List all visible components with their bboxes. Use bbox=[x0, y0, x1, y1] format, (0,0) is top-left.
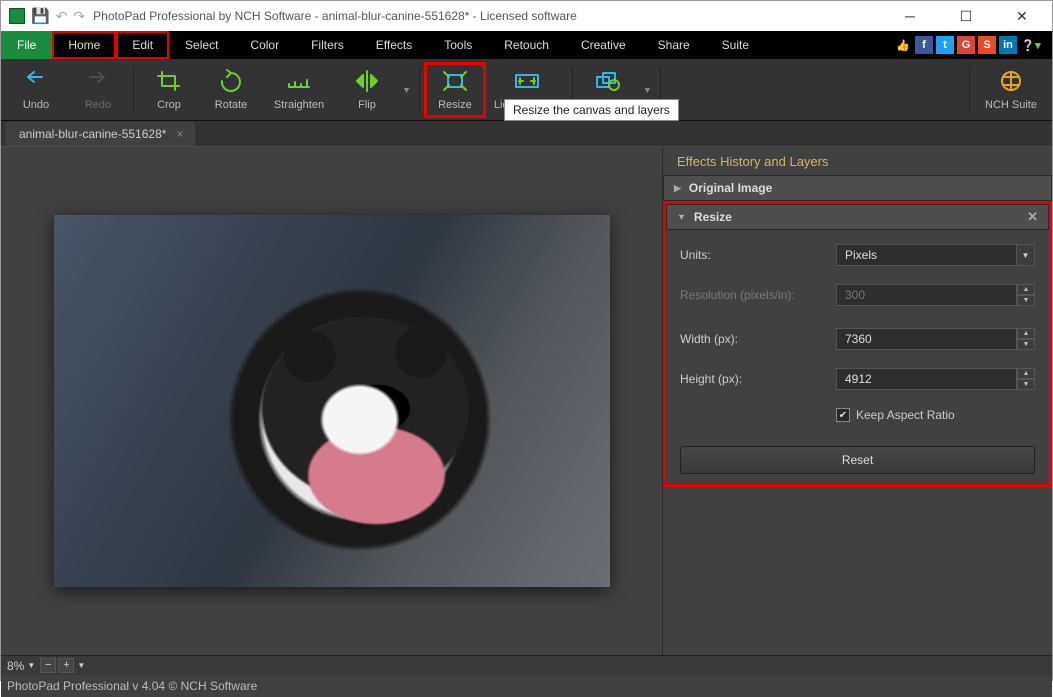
close-button[interactable]: ✕ bbox=[1004, 8, 1040, 25]
help-icon[interactable]: ❔▾ bbox=[1020, 36, 1042, 54]
spin-up[interactable]: ▲ bbox=[1017, 368, 1035, 379]
crop-button[interactable]: Crop bbox=[138, 62, 200, 118]
titlebar: 💾 ↶ ↷ PhotoPad Professional by NCH Softw… bbox=[1, 1, 1052, 31]
zoom-in-button[interactable]: + bbox=[58, 658, 74, 673]
menu-edit[interactable]: Edit bbox=[116, 31, 169, 59]
resolution-label: Resolution (pixels/in): bbox=[680, 288, 836, 302]
flip-button[interactable]: Flip bbox=[336, 62, 398, 118]
batch-dropdown[interactable]: ▼ bbox=[639, 85, 656, 95]
resize-panel-highlight: ▼ Resize ✕ Units: Pixels ▼ Resolution (pixe… bbox=[663, 201, 1052, 487]
spin-down[interactable]: ▼ bbox=[1017, 339, 1035, 350]
section-close-icon[interactable]: ✕ bbox=[1027, 209, 1038, 225]
save-icon[interactable]: 💾 bbox=[31, 7, 50, 25]
document-tab[interactable]: animal-blur-canine-551628* × bbox=[5, 122, 195, 146]
units-select[interactable]: Pixels ▼ bbox=[836, 244, 1035, 266]
reset-button[interactable]: Reset bbox=[680, 446, 1035, 474]
spin-up: ▲ bbox=[1017, 284, 1035, 295]
side-panel: Effects History and Layers ▶ Original Ima… bbox=[662, 147, 1052, 655]
nch-suite-button[interactable]: NCH Suite bbox=[974, 62, 1048, 118]
like-icon[interactable]: 👍 bbox=[894, 36, 912, 54]
height-label: Height (px): bbox=[680, 372, 836, 386]
window-title: PhotoPad Professional by NCH Software - … bbox=[85, 9, 892, 23]
section-label: Resize bbox=[694, 210, 732, 224]
checkbox-icon: ✔ bbox=[836, 408, 850, 422]
menu-file[interactable]: File bbox=[1, 31, 52, 59]
zoom-dropdown[interactable]: ▼ bbox=[24, 661, 38, 670]
facebook-icon[interactable]: f bbox=[915, 36, 933, 54]
zoom-menu[interactable]: ▼ bbox=[74, 661, 88, 670]
menu-home[interactable]: Home bbox=[52, 31, 116, 59]
units-value: Pixels bbox=[845, 248, 877, 262]
app-icon bbox=[9, 8, 25, 24]
zoom-bar: 8% ▼ − + ▼ bbox=[1, 655, 1052, 675]
stumble-icon[interactable]: S bbox=[978, 36, 996, 54]
twitter-icon[interactable]: t bbox=[936, 36, 954, 54]
units-label: Units: bbox=[680, 248, 836, 262]
panel-title: Effects History and Layers bbox=[663, 147, 1052, 175]
spin-up[interactable]: ▲ bbox=[1017, 328, 1035, 339]
document-tabstrip: animal-blur-canine-551628*× Resize the c… bbox=[1, 121, 1052, 147]
menu-filters[interactable]: Filters bbox=[295, 31, 360, 59]
undo-icon[interactable]: ↶ bbox=[56, 8, 68, 25]
height-input[interactable]: 4912 bbox=[836, 368, 1017, 390]
width-label: Width (px): bbox=[680, 332, 836, 346]
maximize-button[interactable]: ☐ bbox=[948, 8, 984, 25]
menu-color[interactable]: Color bbox=[234, 31, 295, 59]
resolution-input: 300 bbox=[836, 284, 1017, 306]
resize-tooltip: Resize the canvas and layers bbox=[504, 99, 679, 121]
menubar: File Home Edit Select Color Filters Effe… bbox=[1, 31, 1052, 59]
zoom-level: 8% bbox=[7, 659, 24, 673]
resize-button[interactable]: Resize bbox=[424, 62, 486, 118]
menu-suite[interactable]: Suite bbox=[706, 31, 765, 59]
aspect-checkbox[interactable]: ✔ Keep Aspect Ratio bbox=[836, 408, 1035, 422]
close-tab-icon[interactable]: × bbox=[176, 127, 183, 141]
menu-tools[interactable]: Tools bbox=[428, 31, 488, 59]
undo-button[interactable]: Undo bbox=[5, 62, 67, 118]
section-label: Original Image bbox=[689, 181, 772, 195]
width-input[interactable]: 7360 bbox=[836, 328, 1017, 350]
canvas-area[interactable] bbox=[1, 147, 662, 655]
zoom-out-button[interactable]: − bbox=[40, 658, 56, 673]
spin-down: ▼ bbox=[1017, 295, 1035, 306]
redo-icon[interactable]: ↷ bbox=[73, 8, 85, 25]
status-bar: PhotoPad Professional v 4.04 © NCH Softw… bbox=[1, 675, 1052, 697]
linkedin-icon[interactable]: in bbox=[999, 36, 1017, 54]
section-original[interactable]: ▶ Original Image bbox=[663, 175, 1052, 201]
menu-share[interactable]: Share bbox=[642, 31, 706, 59]
aspect-label: Keep Aspect Ratio bbox=[856, 408, 955, 422]
redo-button[interactable]: Redo bbox=[67, 62, 129, 118]
social-icons: 👍 f t G S in ❔▾ bbox=[894, 31, 1052, 59]
section-resize[interactable]: ▼ Resize ✕ bbox=[666, 204, 1049, 230]
googleplus-icon[interactable]: G bbox=[957, 36, 975, 54]
spin-down[interactable]: ▼ bbox=[1017, 379, 1035, 390]
minimize-button[interactable]: ─ bbox=[892, 8, 928, 25]
expand-icon: ▼ bbox=[677, 212, 686, 222]
menu-retouch[interactable]: Retouch bbox=[488, 31, 565, 59]
collapse-icon: ▶ bbox=[674, 183, 681, 194]
menu-creative[interactable]: Creative bbox=[565, 31, 642, 59]
straighten-button[interactable]: Straighten bbox=[262, 62, 336, 118]
rotate-button[interactable]: Rotate bbox=[200, 62, 262, 118]
document-tab-label: animal-blur-canine-551628* bbox=[19, 127, 166, 141]
dropdown-icon[interactable]: ▼ bbox=[1016, 245, 1034, 265]
image-canvas[interactable] bbox=[54, 215, 610, 587]
menu-effects[interactable]: Effects bbox=[360, 31, 428, 59]
menu-select[interactable]: Select bbox=[169, 31, 234, 59]
flip-dropdown[interactable]: ▼ bbox=[398, 85, 415, 95]
